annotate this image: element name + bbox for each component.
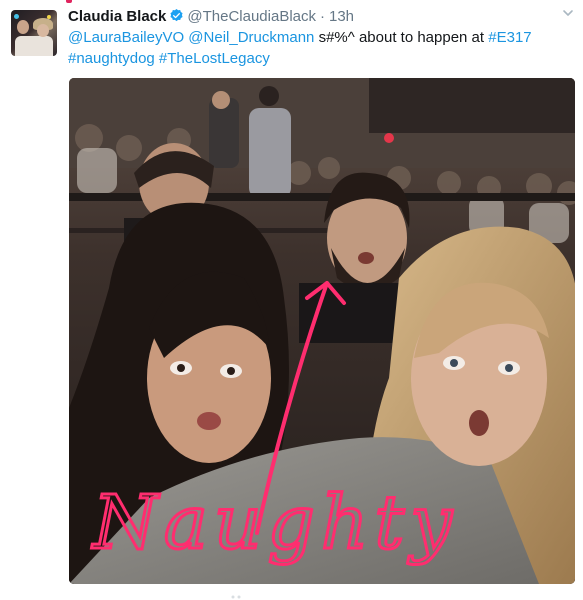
avatar[interactable]	[11, 10, 57, 56]
hashtag-thelostlegacy[interactable]: #TheLostLegacy	[159, 50, 270, 67]
tweet-body-text: s#%^ about to happen at	[314, 29, 489, 46]
photo-handwriting: Naughty	[91, 480, 458, 566]
separator-dot: ·	[320, 8, 325, 25]
hashtag-naughtydog[interactable]: #naughtydog	[68, 50, 155, 67]
mention-laurabaileyvo[interactable]: @LauraBaileyVO	[68, 29, 184, 46]
mention-neil-druckmann[interactable]: @Neil_Druckmann	[188, 29, 314, 46]
top-accent-bar	[66, 0, 72, 3]
tweet-photo[interactable]: Naughty	[69, 78, 575, 584]
verified-badge-icon	[170, 8, 183, 22]
author-name[interactable]: Claudia Black	[68, 8, 166, 25]
chevron-down-icon[interactable]	[561, 6, 575, 20]
tweet-header: Claudia Black @TheClaudiaBlack · 13h	[68, 7, 354, 27]
tweet-text: @LauraBaileyVO @Neil_Druckmann s#%^ abou…	[68, 27, 568, 69]
hashtag-e317[interactable]: #E317	[488, 29, 531, 46]
tweet-timestamp[interactable]: 13h	[329, 8, 354, 25]
loading-dots-icon	[231, 595, 241, 599]
author-handle[interactable]: @TheClaudiaBlack	[187, 8, 316, 25]
